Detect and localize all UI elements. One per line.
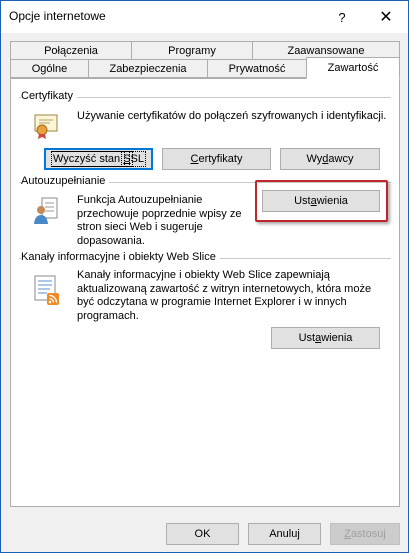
apply-button[interactable]: Zastosuj — [330, 523, 400, 545]
feeds-icon — [34, 275, 59, 305]
tab-label: Zaawansowane — [287, 44, 365, 57]
highlight-frame — [255, 180, 388, 222]
feeds-settings-button[interactable]: Ustawienia — [271, 327, 380, 349]
help-icon: ? — [338, 9, 346, 25]
tab-label: Programy — [168, 44, 216, 57]
title-bar: Opcje internetowe ? ✕ — [1, 1, 408, 33]
tab-privacy[interactable]: Prywatność — [207, 59, 307, 78]
autocomplete-description: Funkcja Autouzupełnianie przechowuje pop… — [77, 194, 242, 247]
clear-ssl-state-label: Wyczyść stan SSL — [50, 151, 147, 167]
ok-label: OK — [194, 528, 211, 540]
tab-programs[interactable]: Programy — [131, 41, 253, 60]
certificate-icon — [34, 114, 58, 139]
tab-security[interactable]: Zabezpieczenia — [88, 59, 208, 78]
ok-button[interactable]: OK — [166, 523, 239, 545]
autocomplete-icon — [34, 197, 58, 224]
tab-general[interactable]: Ogólne — [10, 59, 89, 78]
certificates-description: Używanie certyfikatów do połączeń szyfro… — [77, 110, 387, 122]
close-button[interactable]: ✕ — [367, 1, 405, 33]
certificates-label: Certyfikaty — [190, 153, 243, 165]
tab-label: Prywatność — [228, 62, 286, 75]
window-title: Opcje internetowe — [9, 9, 106, 23]
tab-content[interactable]: Zawartość — [306, 57, 400, 79]
cancel-label: Anuluj — [269, 528, 300, 540]
tab-connections[interactable]: Połączenia — [10, 41, 132, 60]
cancel-button[interactable]: Anuluj — [248, 523, 321, 545]
certificates-button[interactable]: Certyfikaty — [162, 148, 271, 170]
tab-label: Zawartość — [327, 62, 379, 74]
clear-ssl-state-button[interactable]: Wyczyść stan SSL — [44, 148, 153, 170]
publishers-button[interactable]: Wydawcy — [280, 148, 380, 170]
publishers-label: Wydawcy — [306, 153, 354, 165]
content-tab-panel: Certyfikaty Używanie certyfikatów do poł… — [10, 78, 400, 507]
tab-label: Połączenia — [44, 44, 98, 57]
feeds-description: Kanały informacyjne i obiekty Web Slice … — [77, 269, 372, 322]
tab-label: Zabezpieczenia — [109, 62, 187, 75]
certificates-section-title: Certyfikaty — [21, 90, 77, 102]
feeds-section-title: Kanały informacyjne i obiekty Web Slice — [21, 251, 220, 263]
help-button[interactable]: ? — [323, 1, 361, 33]
apply-label: Zastosuj — [344, 528, 386, 540]
feeds-settings-label: Ustawienia — [298, 332, 353, 344]
internet-options-window: Opcje internetowe ? ✕ Połączenia Program… — [0, 0, 409, 553]
autocomplete-section-title: Autouzupełnianie — [21, 175, 110, 187]
tab-label: Ogólne — [31, 62, 68, 75]
close-icon: ✕ — [379, 9, 393, 26]
